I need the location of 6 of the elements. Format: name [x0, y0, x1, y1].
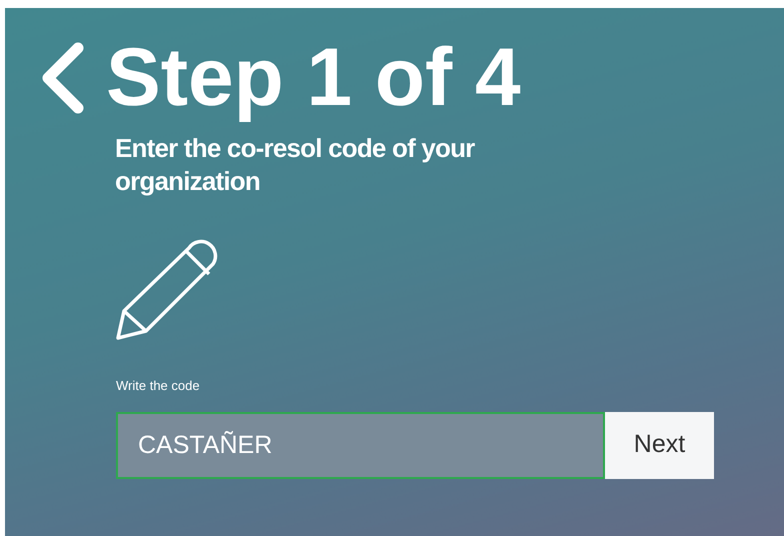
- next-button[interactable]: Next: [605, 412, 714, 478]
- back-icon[interactable]: [40, 42, 86, 114]
- subtitle: Enter the co-resol code of your organization: [115, 132, 476, 198]
- step-title: Step 1 of 4: [106, 30, 521, 125]
- field-label: Write the code: [116, 377, 201, 395]
- code-field[interactable]: CASTAÑER: [116, 412, 605, 478]
